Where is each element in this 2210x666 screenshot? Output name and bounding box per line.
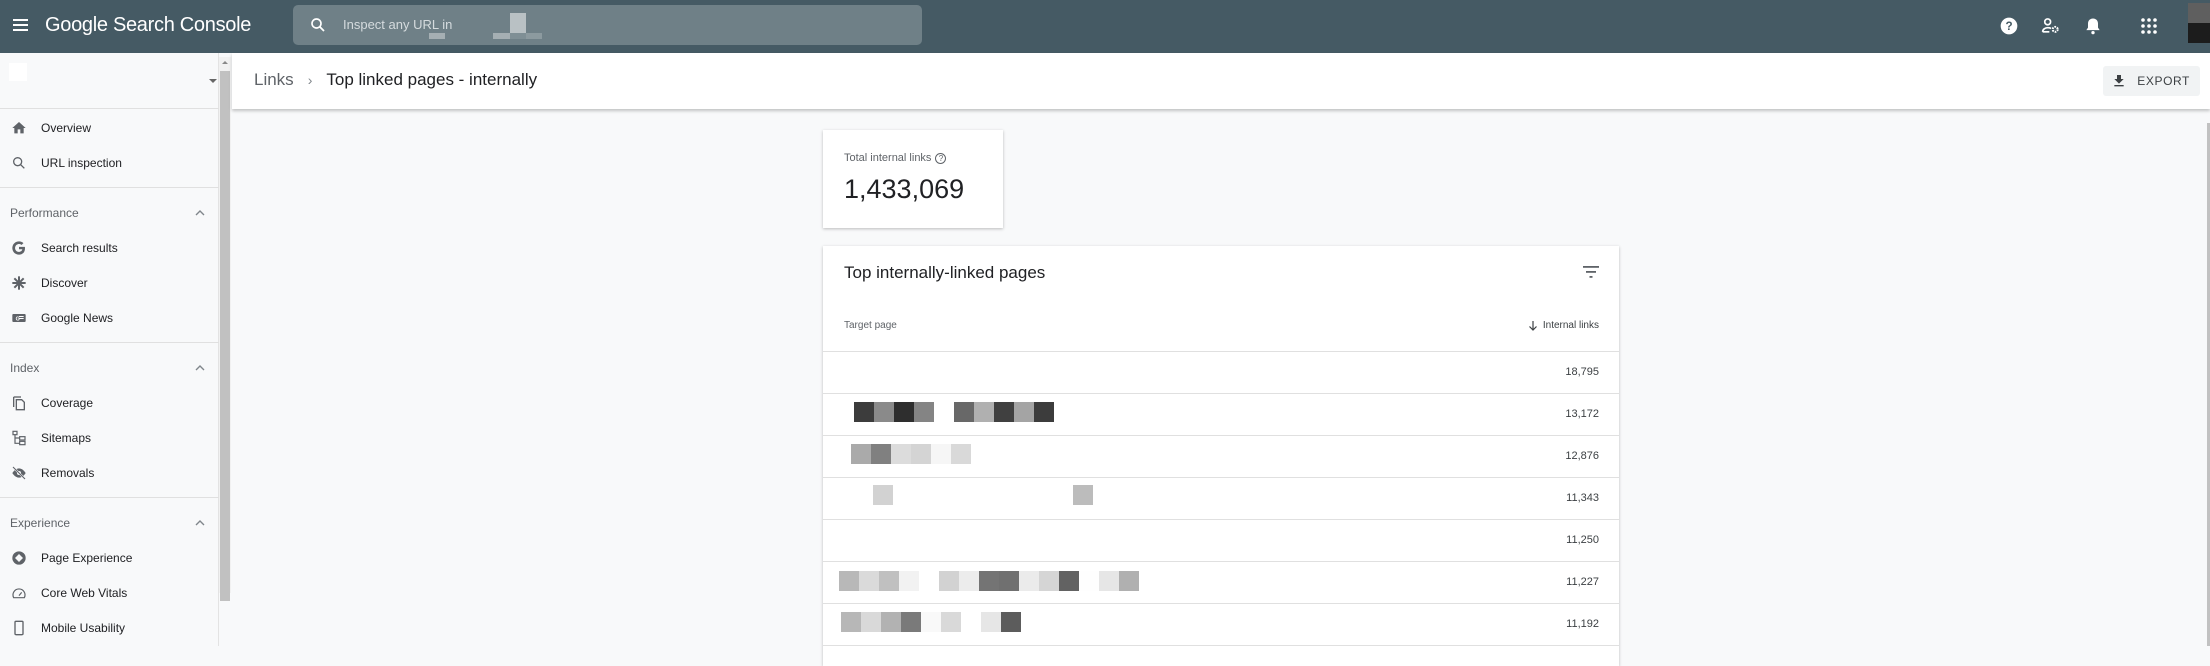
table-row[interactable]: 13,172	[823, 394, 1619, 436]
account-avatar[interactable]	[2188, 3, 2210, 43]
notifications-button[interactable]	[2072, 13, 2114, 39]
internal-links-count: 11,192	[1566, 618, 1599, 630]
breadcrumb-links[interactable]: Links	[254, 70, 294, 90]
column-header-target-page[interactable]: Target page	[844, 320, 897, 331]
redacted-url	[841, 612, 1021, 632]
redacted-url	[854, 402, 1054, 422]
help-button[interactable]: ?	[1988, 13, 2030, 39]
sidebar-item-discover[interactable]: Discover	[0, 265, 219, 300]
search-icon	[10, 154, 28, 172]
chevron-up-icon	[195, 364, 205, 370]
apps-grid-icon	[2141, 18, 2157, 34]
section-index[interactable]: Index	[0, 350, 219, 385]
redacted-url	[873, 485, 893, 505]
total-links-value: 1,433,069	[844, 174, 965, 204]
table-body: 18,795 13,172 12,876 11,343 11,250 11,22…	[823, 352, 1619, 646]
internal-links-count: 11,227	[1566, 576, 1599, 588]
sidebar-item-mobile-usability[interactable]: Mobile Usability	[0, 610, 219, 645]
property-favicon	[9, 63, 27, 81]
internal-links-count: 12,876	[1565, 450, 1599, 462]
svg-text:G: G	[16, 316, 20, 322]
svg-text:?: ?	[2005, 20, 2012, 33]
total-internal-links-card: Total internal links ? 1,433,069	[823, 130, 1003, 228]
sitemap-icon	[10, 429, 28, 447]
table-title: Top internally-linked pages	[844, 263, 1046, 282]
search-placeholder: Inspect any URL in	[343, 17, 453, 32]
search-icon	[311, 18, 325, 32]
breadcrumb-separator-icon: ›	[307, 72, 313, 88]
section-performance[interactable]: Performance	[0, 195, 219, 230]
internal-links-count: 11,343	[1566, 492, 1599, 504]
redacted-url	[851, 444, 971, 464]
sidebar-item-removals[interactable]: Removals	[0, 455, 219, 490]
table-row[interactable]: 11,250	[823, 520, 1619, 562]
eye-off-icon	[10, 464, 28, 482]
scroll-up-arrow-icon[interactable]	[222, 61, 228, 64]
divider	[0, 187, 219, 188]
sidebar-item-sitemaps[interactable]: Sitemaps	[0, 420, 219, 455]
asterisk-icon	[10, 274, 28, 292]
divider	[0, 342, 219, 343]
internal-links-count: 11,250	[1566, 534, 1599, 546]
menu-icon	[10, 19, 32, 31]
download-icon	[2114, 75, 2124, 87]
arrow-down-icon	[1528, 321, 1537, 331]
table-row[interactable]: 11,343	[823, 478, 1619, 520]
export-button[interactable]: EXPORT	[2103, 66, 2200, 96]
manage-users-icon	[2041, 18, 2059, 33]
filter-icon	[1583, 266, 1599, 278]
section-experience[interactable]: Experience	[0, 505, 219, 540]
page-header: Links › Top linked pages - internally EX…	[232, 53, 2210, 109]
google-g-icon	[10, 239, 28, 257]
app-bar: Google Search Console Inspect any URL in…	[0, 0, 2210, 53]
divider	[0, 497, 219, 498]
table-row[interactable]: 12,876	[823, 436, 1619, 478]
sidebar-item-url-inspection[interactable]: URL inspection	[0, 145, 219, 180]
top-linked-pages-table: Top internally-linked pages Target page …	[823, 246, 1619, 666]
phone-icon	[10, 619, 28, 637]
page-experience-icon	[10, 549, 28, 567]
page-title: Top linked pages - internally	[326, 70, 538, 89]
help-icon[interactable]: ?	[935, 152, 947, 164]
help-icon: ?	[2000, 17, 2018, 35]
apps-button[interactable]	[2128, 13, 2170, 39]
home-icon	[10, 119, 28, 137]
redacted-url	[839, 571, 1139, 591]
manage-users-button[interactable]	[2030, 13, 2072, 39]
column-header-internal-links[interactable]: Internal links	[1528, 320, 1599, 331]
filter-button[interactable]	[1579, 260, 1603, 284]
news-icon: G	[10, 309, 28, 327]
copy-icon	[10, 394, 28, 412]
dropdown-caret-icon	[209, 79, 217, 83]
table-row[interactable]: 18,795	[823, 352, 1619, 394]
gauge-icon	[10, 584, 28, 602]
total-links-label: Total internal links	[844, 152, 932, 164]
menu-button[interactable]	[10, 14, 32, 36]
sidebar-scrollbar-thumb[interactable]	[220, 71, 230, 601]
bell-icon	[2086, 18, 2100, 35]
sidebar-nav: Overview URL inspection Performance Sear…	[0, 110, 219, 645]
property-selector[interactable]	[0, 53, 219, 109]
internal-links-count: 13,172	[1565, 408, 1599, 420]
main-content: Total internal links ? 1,433,069 Top int…	[232, 109, 2210, 666]
sidebar-item-coverage[interactable]: Coverage	[0, 385, 219, 420]
breadcrumb: Links › Top linked pages - internally	[254, 70, 537, 90]
url-inspection-search[interactable]: Inspect any URL in	[293, 5, 922, 45]
sidebar-scrollbar[interactable]	[219, 57, 231, 601]
sidebar: Overview URL inspection Performance Sear…	[0, 53, 219, 646]
app-title[interactable]: Google Search Console	[45, 14, 251, 37]
sidebar-item-google-news[interactable]: G Google News	[0, 300, 219, 335]
table-row[interactable]: 11,227	[823, 562, 1619, 604]
redacted-url-fragment	[1073, 485, 1093, 505]
sidebar-item-overview[interactable]: Overview	[0, 110, 219, 145]
chevron-up-icon	[195, 519, 205, 525]
sidebar-item-page-experience[interactable]: Page Experience	[0, 540, 219, 575]
internal-links-count: 18,795	[1565, 366, 1599, 378]
table-row[interactable]: 11,192	[823, 604, 1619, 646]
chevron-up-icon	[195, 209, 205, 215]
sidebar-item-core-web-vitals[interactable]: Core Web Vitals	[0, 575, 219, 610]
sidebar-item-search-results[interactable]: Search results	[0, 230, 219, 265]
